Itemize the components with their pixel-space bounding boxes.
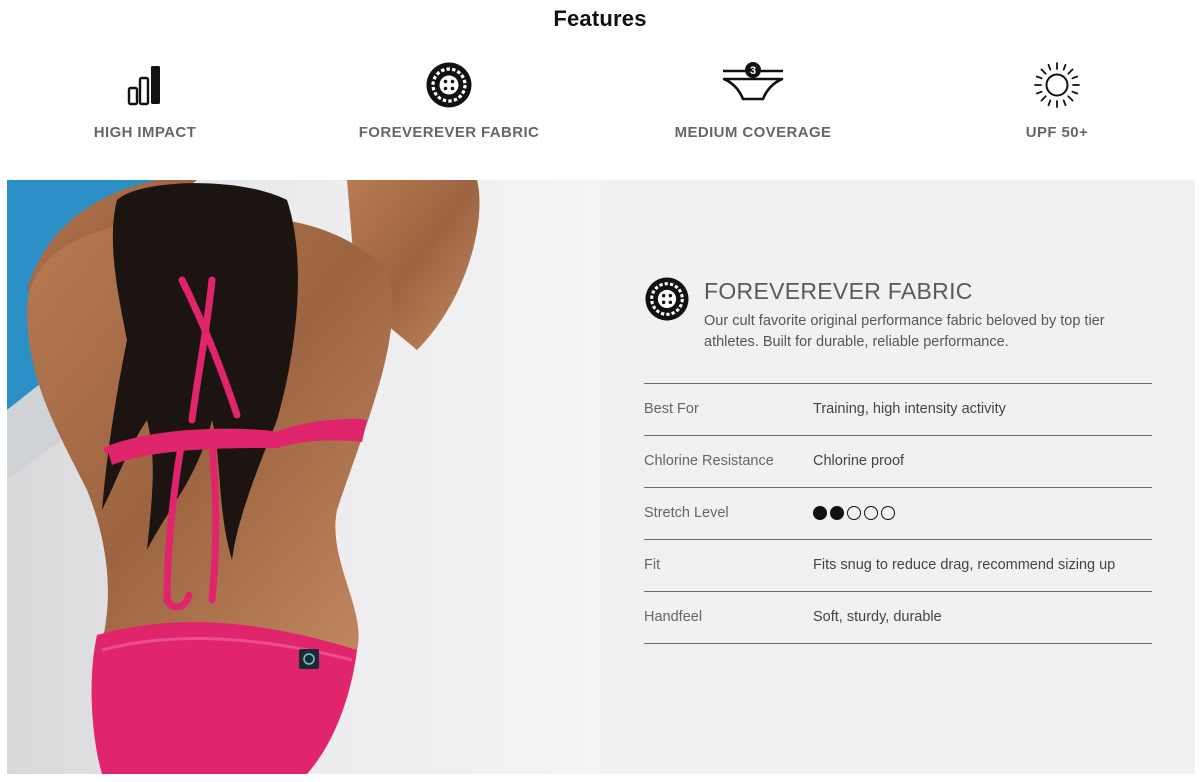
spec-row-stretch-level: Stretch Level xyxy=(644,488,1152,540)
fabric-description: Our cult favorite original performance f… xyxy=(704,313,1105,350)
features-heading: Features xyxy=(553,6,647,31)
spec-row-handfeel: Handfeel Soft, sturdy, durable xyxy=(644,592,1152,644)
spec-row-best-for: Best For Training, high intensity activi… xyxy=(644,384,1152,436)
spec-value: Soft, sturdy, durable xyxy=(813,609,942,625)
fabric-title: FOREVEREVER FABRIC xyxy=(704,278,973,304)
feature-upf: UPF 50+ xyxy=(907,58,1200,141)
rating-dot-filled xyxy=(830,506,844,520)
feature-medium-coverage: 3 MEDIUM COVERAGE xyxy=(603,58,903,141)
stretch-rating xyxy=(813,502,1152,524)
fabric-panel: FOREVEREVER FABRIC Our cult favorite ori… xyxy=(601,180,1195,774)
spec-label: Stretch Level xyxy=(644,505,729,521)
spec-label: Chlorine Resistance xyxy=(644,453,774,469)
feature-label: FOREVEREVER FABRIC xyxy=(358,124,540,141)
sun-icon xyxy=(907,58,1200,112)
feature-label: UPF 50+ xyxy=(1025,124,1089,141)
spec-value: Fits snug to reduce drag, recommend sizi… xyxy=(813,557,1116,573)
forever-fabric-badge-icon xyxy=(644,276,690,327)
spec-value: Training, high intensity activity xyxy=(813,401,1006,417)
bar-chart-icon xyxy=(0,58,295,112)
feature-label: HIGH IMPACT xyxy=(93,124,197,141)
spec-value: Chlorine proof xyxy=(813,453,905,469)
coverage-badge: 3 xyxy=(750,65,756,77)
feature-high-impact: HIGH IMPACT xyxy=(0,58,295,141)
spec-row-chlorine-resistance: Chlorine Resistance Chlorine proof xyxy=(644,436,1152,488)
rating-dots xyxy=(813,502,1142,524)
product-photo xyxy=(7,180,601,774)
rating-dot-empty xyxy=(881,506,895,520)
rating-dot-empty xyxy=(847,506,861,520)
coverage-bottom-icon: 3 xyxy=(603,58,903,112)
spec-row-fit: Fit Fits snug to reduce drag, recommend … xyxy=(644,540,1152,592)
spec-label: Handfeel xyxy=(644,609,703,625)
spec-label: Fit xyxy=(644,557,661,573)
spec-label: Best For xyxy=(644,401,699,417)
forever-fabric-badge-icon xyxy=(299,58,599,112)
feature-forever-fabric: FOREVEREVER FABRIC xyxy=(299,58,599,141)
rating-dot-filled xyxy=(813,506,827,520)
spec-table: Best For Training, high intensity activi… xyxy=(644,383,1152,644)
feature-label: MEDIUM COVERAGE xyxy=(674,124,832,141)
rating-dot-empty xyxy=(864,506,878,520)
